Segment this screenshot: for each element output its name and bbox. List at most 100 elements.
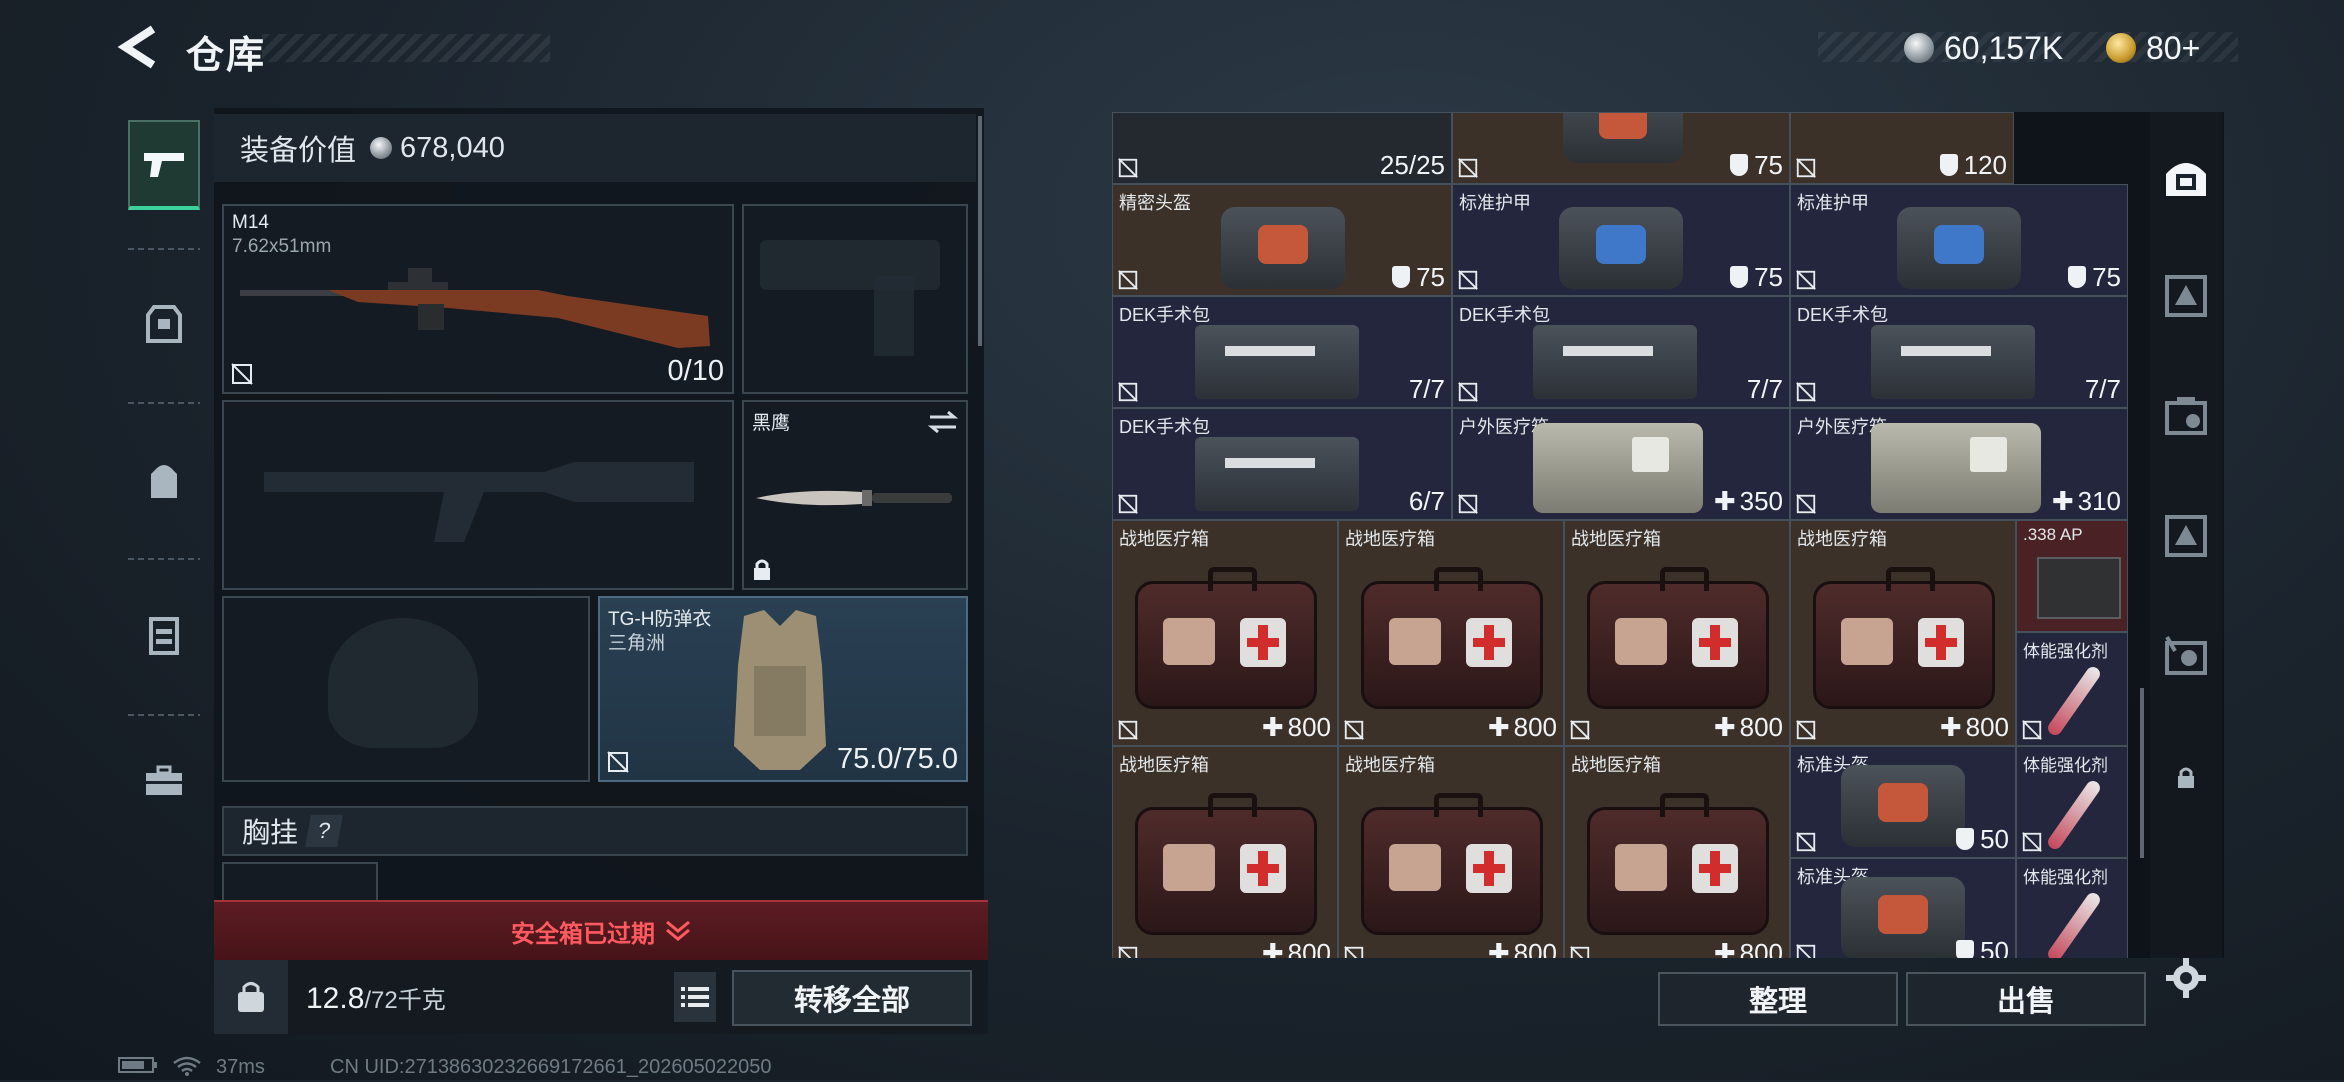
- equipment-value-bar: 装备价值 678,040: [214, 114, 976, 182]
- storage-cell[interactable]: 战地医疗箱 ✚ 800: [1790, 520, 2016, 746]
- plus-icon: ✚: [1261, 712, 1284, 742]
- tab-locked[interactable]: [2160, 752, 2212, 804]
- storage-cell[interactable]: 战地医疗箱 ✚ 800: [1564, 520, 1790, 746]
- plus-icon: ✚: [1713, 938, 1736, 958]
- nav-case[interactable]: [128, 736, 200, 826]
- helmet-item-icon: [1563, 113, 1683, 163]
- armor-sub: 三角洲: [608, 633, 666, 654]
- nav-armor[interactable]: [128, 280, 200, 370]
- storage-cell[interactable]: 户外医疗箱 ✚ 310: [1790, 408, 2128, 520]
- storage-cell[interactable]: DEK手术包 7/7: [1452, 296, 1790, 408]
- item-uses: 7/7: [1746, 374, 1783, 404]
- weight-max: /72千克: [364, 987, 446, 1014]
- storage-cell[interactable]: 精密头盔 75: [1112, 184, 1452, 296]
- storage-cell[interactable]: 体能强化剂: [2016, 746, 2128, 858]
- storage-cell[interactable]: 25/25: [1112, 112, 1452, 184]
- nav-weapons[interactable]: [128, 120, 200, 210]
- plus-icon: ✚: [2051, 486, 2074, 516]
- gold-currency[interactable]: 80+: [2106, 28, 2200, 68]
- equipment-nav: [118, 108, 210, 858]
- storage-cell[interactable]: DEK手术包 6/7: [1112, 408, 1452, 520]
- first-aid-box-icon: [1587, 566, 1769, 709]
- battery-icon: [118, 1056, 158, 1080]
- storage-cell[interactable]: 标准头盔 50: [1790, 858, 2016, 958]
- transfer-all-button[interactable]: 转移全部: [732, 970, 972, 1026]
- settings-button[interactable]: [2160, 952, 2212, 1004]
- list-view-button[interactable]: [674, 972, 716, 1022]
- pistol-slot[interactable]: [742, 204, 968, 394]
- body-armor-icon: [734, 610, 826, 770]
- shield-icon: [1939, 154, 1958, 176]
- armor-slot[interactable]: TG-H防弹衣 三角洲 75.0/75.0: [598, 596, 968, 782]
- storage-cell[interactable]: 标准护甲 75: [1452, 184, 1790, 296]
- silver-coin-icon: [370, 137, 393, 159]
- storage-cell[interactable]: 户外医疗箱 ✚ 350: [1452, 408, 1790, 520]
- hp-value: 800: [1739, 938, 1783, 958]
- no-drop-icon: [1118, 270, 1138, 290]
- storage-cell[interactable]: DEK手术包 7/7: [1112, 296, 1452, 408]
- primary-weapon-slot[interactable]: M14 7.62x51mm 0/10: [222, 204, 734, 394]
- equipment-value-label: 装备价值: [240, 135, 357, 167]
- item-hp: ✚ 800: [1714, 712, 1783, 743]
- chest-rig-slot[interactable]: [222, 862, 378, 902]
- durability-value: 75: [2092, 262, 2121, 292]
- tab-all-storage[interactable]: [2160, 150, 2212, 202]
- helmet-slot[interactable]: [222, 596, 590, 782]
- no-drop-icon: [1118, 494, 1138, 514]
- nav-backpack[interactable]: [128, 436, 200, 526]
- nav-separator: [128, 248, 200, 250]
- no-drop-icon: [1796, 720, 1816, 740]
- item-name: DEK手术包: [1119, 305, 1211, 325]
- silver-currency[interactable]: 60,157K: [1904, 28, 2063, 68]
- item-name: 精密头盔: [1119, 193, 1191, 213]
- storage-cell[interactable]: 标准头盔 50: [1790, 746, 2016, 858]
- durability-value: 50: [1980, 936, 2009, 958]
- silver-amount: 60,157K: [1944, 29, 2064, 66]
- swap-icon[interactable]: [928, 410, 958, 434]
- storage-scrollbar[interactable]: [2140, 688, 2144, 858]
- storage-cell[interactable]: 75: [1452, 112, 1790, 184]
- no-drop-icon: [1458, 270, 1478, 290]
- weight-current: 12.8: [306, 982, 365, 1015]
- sell-button[interactable]: 出售: [1906, 972, 2146, 1026]
- storage-cell[interactable]: 战地医疗箱 ✚ 800: [1564, 746, 1790, 958]
- hp-value: 800: [1513, 712, 1557, 742]
- chest-rig-header[interactable]: 胸挂 ?: [222, 806, 968, 856]
- storage-cell[interactable]: 120: [1790, 112, 2014, 184]
- sort-button[interactable]: 整理: [1658, 972, 1898, 1026]
- storage-cell[interactable]: 体能强化剂: [2016, 632, 2128, 746]
- storage-cell[interactable]: 战地医疗箱 ✚ 800: [1112, 520, 1338, 746]
- storage-cell[interactable]: 体能强化剂: [2016, 858, 2128, 958]
- no-drop-icon: [1344, 946, 1364, 958]
- storage-cell[interactable]: 战地医疗箱 ✚ 800: [1338, 520, 1564, 746]
- storage-cell[interactable]: DEK手术包 7/7: [1790, 296, 2128, 408]
- lock-icon: [2178, 767, 2194, 788]
- tab-storage-2[interactable]: [2160, 270, 2212, 322]
- backpack-icon: [151, 465, 177, 498]
- item-hp: ✚ 800: [1262, 712, 1331, 743]
- item-durability: 75: [2068, 262, 2121, 293]
- secondary-weapon-slot[interactable]: [222, 400, 734, 590]
- tab-storage-3[interactable]: [2160, 390, 2212, 442]
- equipment-scrollbar[interactable]: [978, 116, 982, 346]
- back-button[interactable]: [112, 22, 162, 72]
- carry-weight: 12.8/72千克: [306, 980, 446, 1016]
- storage-cell[interactable]: .338 AP: [2016, 520, 2128, 632]
- safe-box-expired-banner[interactable]: 安全箱已过期: [214, 900, 988, 960]
- weight-lock-button[interactable]: [214, 960, 288, 1034]
- durability-value: 75: [1754, 150, 1783, 180]
- tab-storage-4[interactable]: [2160, 510, 2212, 562]
- item-name: 战地医疗箱: [1345, 529, 1435, 549]
- help-icon[interactable]: ?: [305, 815, 343, 847]
- storage-cell[interactable]: 战地医疗箱 ✚ 800: [1338, 746, 1564, 958]
- nav-separator: [128, 714, 200, 716]
- item-count: 25/25: [1379, 150, 1445, 180]
- storage-cell[interactable]: 战地医疗箱 ✚ 800: [1112, 746, 1338, 958]
- tab-storage-5[interactable]: [2160, 630, 2212, 682]
- nav-vest[interactable]: [128, 590, 200, 680]
- storage-cell[interactable]: 标准护甲 75: [1790, 184, 2128, 296]
- warning-box-icon: [2165, 275, 2207, 317]
- no-drop-icon: [1796, 832, 1816, 852]
- melee-slot[interactable]: 黑鹰: [742, 400, 968, 590]
- title-decoration: [262, 34, 550, 62]
